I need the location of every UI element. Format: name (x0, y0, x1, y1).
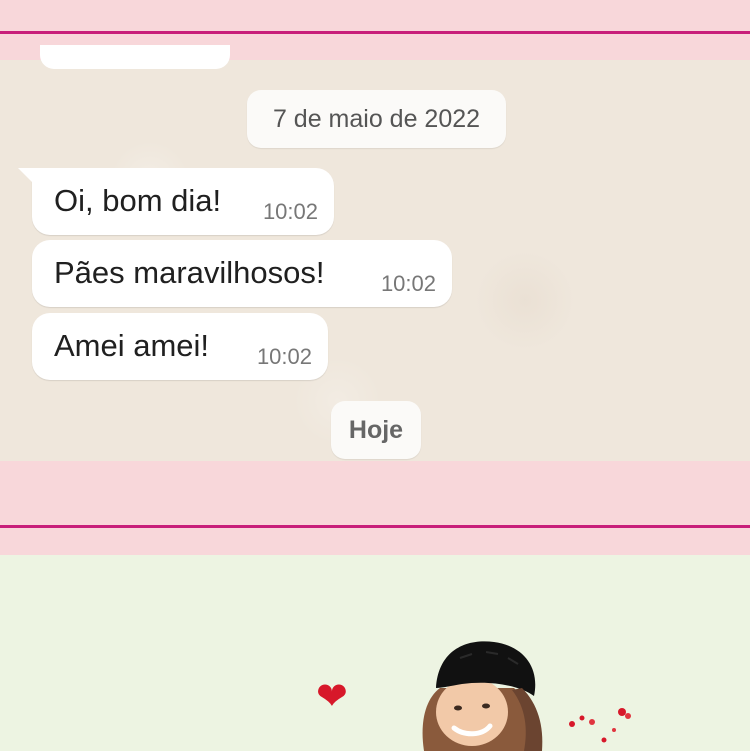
bottom-divider-line (0, 525, 750, 528)
bottom-pink-band (0, 461, 750, 555)
hearts-sparkle-icon (569, 708, 631, 743)
today-separator: Hoje (331, 401, 421, 459)
bubble-tail (18, 168, 36, 186)
top-divider-line (0, 31, 750, 34)
heart-icon: ❤ (316, 676, 348, 718)
message-text: Pães maravilhosos! (54, 255, 325, 290)
message-time: 10:02 (256, 344, 312, 369)
message-text: Oi, bom dia! (54, 183, 222, 218)
message-bubble[interactable]: Amei amei! 10:02 (32, 313, 328, 380)
message-bubble[interactable]: Pães maravilhosos! 10:02 (32, 240, 452, 307)
previous-message-bubble (40, 45, 230, 69)
message-bubble[interactable]: Oi, bom dia! 10:02 (18, 168, 334, 235)
date-separator: 7 de maio de 2022 (247, 90, 506, 148)
message-text: Amei amei! (54, 328, 210, 363)
message-time: 10:02 (380, 271, 436, 296)
message-time: 10:02 (262, 199, 318, 224)
person-photo-sticker (422, 641, 543, 751)
